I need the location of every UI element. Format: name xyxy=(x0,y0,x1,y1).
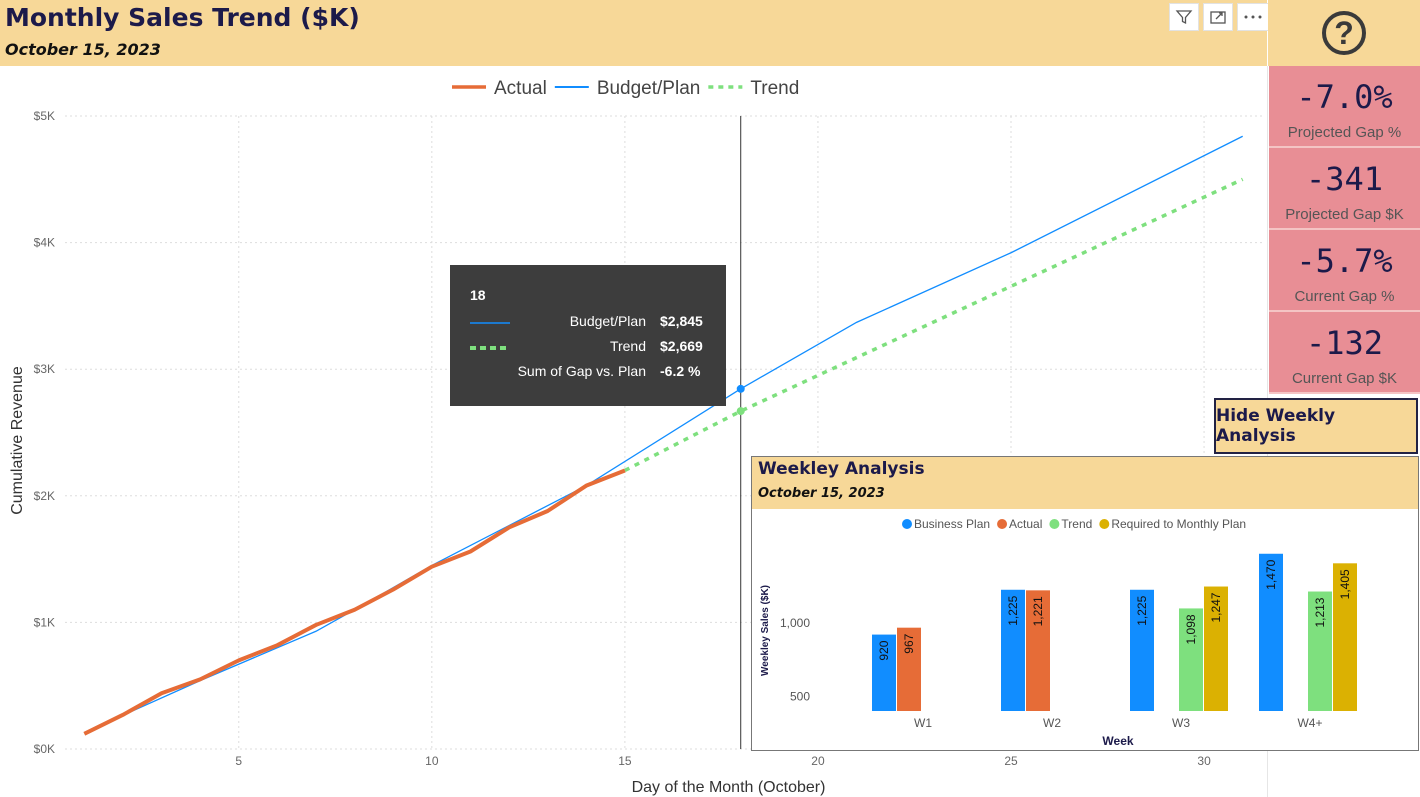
chart-tooltip: 18 Budget/Plan $2,845 Trend $2,669 Sum o… xyxy=(450,265,726,406)
y-tick-label: 500 xyxy=(790,689,810,703)
y-tick-label: $4K xyxy=(34,236,55,250)
bar-value-label: 1,247 xyxy=(1209,592,1223,622)
hover-point-plan xyxy=(736,384,745,393)
filter-icon[interactable] xyxy=(1169,3,1199,31)
x-tick-label: W2 xyxy=(1043,716,1061,730)
tooltip-value: -6.2 % xyxy=(660,363,701,379)
tooltip-label: Budget/Plan xyxy=(569,313,646,329)
kpi-label: Current Gap $K xyxy=(1291,370,1398,387)
tooltip-value: $2,669 xyxy=(660,338,703,354)
bar-value-label: 1,405 xyxy=(1338,569,1352,599)
x-tick-label: W3 xyxy=(1172,716,1190,730)
page-subtitle: October 15, 2023 xyxy=(5,40,161,59)
weekly-subtitle: October 15, 2023 xyxy=(758,486,885,501)
help-icon[interactable]: ? xyxy=(1322,11,1366,55)
kpi-current-gap-k: -132 Current Gap $K xyxy=(1269,312,1420,394)
bar-value-label: 1,098 xyxy=(1184,614,1198,644)
y-tick-label: $2K xyxy=(34,489,55,503)
report-header: Monthly Sales Trend ($K) October 15, 202… xyxy=(0,0,1269,66)
focus-mode-icon[interactable] xyxy=(1203,3,1233,31)
legend-label: Actual xyxy=(494,78,547,99)
more-options-icon[interactable] xyxy=(1237,3,1269,31)
y-tick-label: $3K xyxy=(34,362,55,376)
kpi-label: Projected Gap $K xyxy=(1285,206,1404,223)
legend-item: Business Plan xyxy=(902,517,990,531)
kpi-projected-gap-k: -341 Projected Gap $K xyxy=(1269,148,1420,230)
bar-value-label: 920 xyxy=(877,640,891,660)
hover-indicator xyxy=(736,116,745,749)
tooltip-label: Trend xyxy=(609,338,646,354)
legend-dot xyxy=(1049,519,1060,529)
kpi-label: Current Gap % xyxy=(1294,288,1395,305)
y-tick-label: $5K xyxy=(34,109,55,123)
bar-value-label: 1,225 xyxy=(1006,595,1020,625)
kpi-value: -132 xyxy=(1305,324,1384,362)
kpi-value: -5.7% xyxy=(1296,242,1393,280)
legend-item: Actual xyxy=(997,517,1042,531)
bar-value-label: 1,470 xyxy=(1264,559,1278,589)
legend-label: Budget/Plan xyxy=(597,78,701,99)
weekly-analysis-panel: Weekley Analysis October 15, 2023 Busine… xyxy=(751,456,1419,751)
weekly-bar-chart[interactable]: Business Plan Actual Trend Required to Mont… xyxy=(752,510,1418,750)
y-axis-label: Weekley Sales ($K) xyxy=(760,585,771,676)
x-tick-label: 30 xyxy=(1197,754,1211,768)
legend-dot xyxy=(1099,519,1110,529)
bar-legend: Business Plan Actual Trend Required to Mont… xyxy=(902,517,1246,531)
help-glyph: ? xyxy=(1334,14,1354,51)
y-tick-label: 1,000 xyxy=(780,616,810,630)
series-line-actual xyxy=(83,468,626,736)
chart-axis-labels: Day of the Month (October) Cumulative Rev… xyxy=(9,366,825,796)
legend-item: Required to Monthly Plan xyxy=(1099,517,1246,531)
legend-label: Trend xyxy=(1061,517,1092,531)
legend-item: Budget/Plan xyxy=(554,78,701,99)
y-tick-label: $1K xyxy=(34,615,55,629)
bar-value-label: 1,221 xyxy=(1031,596,1045,626)
kpi-projected-gap-pct: -7.0% Projected Gap % xyxy=(1269,66,1420,148)
y-tick-label: $0K xyxy=(34,742,55,756)
bar-value-label: 1,225 xyxy=(1135,595,1149,625)
bar-bars: 920 967 1,225 1,221 1,225 1,098 1,247 1,470 1,21… xyxy=(872,553,1357,711)
hover-point-trend xyxy=(736,407,745,416)
kpi-value: -7.0% xyxy=(1296,78,1393,116)
x-tick-label: W4+ xyxy=(1297,716,1322,730)
chart-legend: Actual Budget/Plan Trend xyxy=(452,78,799,99)
x-tick-label: 5 xyxy=(235,754,242,768)
legend-dot xyxy=(997,519,1008,529)
tooltip-row-plan: Budget/Plan $2,845 xyxy=(450,313,726,333)
x-tick-label: 10 xyxy=(425,754,439,768)
legend-item: Trend xyxy=(708,78,799,99)
trend-line-icon xyxy=(470,346,510,350)
kpi-label: Projected Gap % xyxy=(1287,124,1402,141)
x-tick-label: 15 xyxy=(618,754,632,768)
x-tick-label: W1 xyxy=(914,716,932,730)
bar-value-label: 967 xyxy=(902,633,916,653)
page-title: Monthly Sales Trend ($K) xyxy=(5,3,360,32)
kpi-value: -341 xyxy=(1305,160,1384,198)
legend-label: Trend xyxy=(750,78,799,99)
tooltip-row-gap: Sum of Gap vs. Plan -6.2 % xyxy=(450,363,726,383)
plan-line-icon xyxy=(470,322,510,324)
legend-label: Required to Monthly Plan xyxy=(1111,517,1246,531)
weekly-title: Weekley Analysis xyxy=(758,459,925,479)
legend-label: Actual xyxy=(1009,517,1042,531)
legend-item: Actual xyxy=(452,78,547,99)
tooltip-row-trend: Trend $2,669 xyxy=(450,338,726,358)
tooltip-label: Sum of Gap vs. Plan xyxy=(517,363,646,379)
tooltip-value: $2,845 xyxy=(660,313,703,329)
legend-dot xyxy=(902,519,912,529)
legend-label: Business Plan xyxy=(914,517,990,531)
legend-item: Trend xyxy=(1049,517,1092,531)
x-axis-label: Week xyxy=(1102,734,1133,748)
help-panel: ? xyxy=(1268,0,1420,66)
kpi-current-gap-pct: -5.7% Current Gap % xyxy=(1269,230,1420,312)
weekly-header: Weekley Analysis October 15, 2023 xyxy=(752,457,1418,509)
x-axis-label: Day of the Month (October) xyxy=(632,779,826,796)
x-tick-label: 25 xyxy=(1004,754,1018,768)
y-axis-label: Cumulative Revenue xyxy=(9,366,26,515)
x-tick-label: 20 xyxy=(811,754,825,768)
tooltip-day: 18 xyxy=(470,287,486,303)
bar-value-label: 1,213 xyxy=(1313,597,1327,627)
